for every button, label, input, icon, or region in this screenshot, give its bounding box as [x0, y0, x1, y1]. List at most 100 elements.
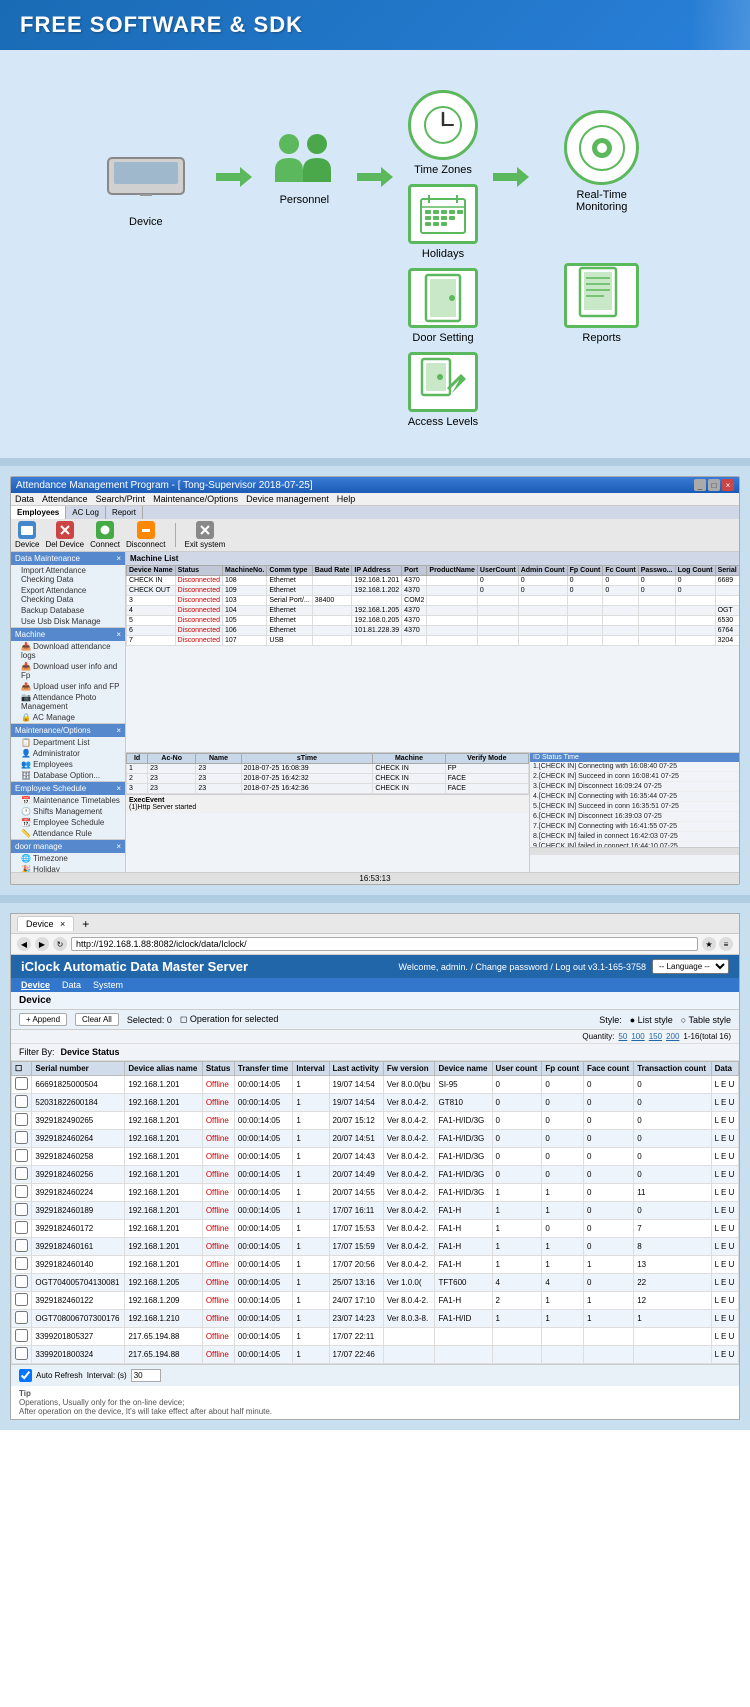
- menu-help[interactable]: Help: [337, 494, 356, 504]
- table-row[interactable]: 3929182460140192.168.1.201Offline00:00:1…: [12, 1256, 739, 1274]
- table-row[interactable]: CHECK OUTDisconnected109Ethernet192.168.…: [127, 586, 740, 596]
- col-fp-count[interactable]: Fp count: [542, 1062, 584, 1076]
- toolbar-exit-btn[interactable]: Exit system: [185, 521, 226, 549]
- table-row[interactable]: 3929182490265192.168.1.201Offline00:00:1…: [12, 1112, 739, 1130]
- toolbar-connect-btn[interactable]: Connect: [90, 521, 120, 549]
- table-row[interactable]: 3929182460256192.168.1.201Offline00:00:1…: [12, 1166, 739, 1184]
- table-row[interactable]: 5Disconnected105Ethernet192.168.0.205437…: [127, 616, 740, 626]
- table-row[interactable]: 323232018-07-25 16:42:36CHECK INFACE: [127, 784, 529, 794]
- star-btn[interactable]: ★: [702, 937, 716, 951]
- menu-data[interactable]: Data: [15, 494, 34, 504]
- auto-refresh-checkbox[interactable]: [19, 1369, 32, 1382]
- menu-btn[interactable]: ≡: [719, 937, 733, 951]
- sidebar-item-ac-manage[interactable]: 🔒 AC Manage: [11, 712, 125, 723]
- toolbar-device-btn[interactable]: Device: [15, 521, 39, 549]
- table-row[interactable]: OGT708006707300176192.168.1.210Offline00…: [12, 1310, 739, 1328]
- table-row[interactable]: 7Disconnected107USB3204: [127, 636, 740, 646]
- sidebar-item-usb-disk[interactable]: Use Usb Disk Manage: [11, 616, 125, 627]
- sidebar-header-data-maintenance[interactable]: Data Maintenance×: [11, 552, 125, 565]
- url-bar[interactable]: http://192.168.1.88:8082/iclock/data/Icl…: [71, 937, 698, 951]
- table-row[interactable]: CHECK INDisconnected108Ethernet192.168.1…: [127, 576, 740, 586]
- col-serial-num[interactable]: Serial number: [32, 1062, 125, 1076]
- table-row[interactable]: 3Disconnected103Serial Port/...38400COM2: [127, 596, 740, 606]
- col-device-name[interactable]: Device name: [435, 1062, 492, 1076]
- sidebar-item-employees[interactable]: 👥 Employees: [11, 759, 125, 770]
- col-fw-version[interactable]: Fw version: [383, 1062, 435, 1076]
- col-trans-count[interactable]: Transaction count: [634, 1062, 711, 1076]
- sidebar-item-download-user-fp[interactable]: 📥 Download user info and Fp: [11, 661, 125, 681]
- sidebar-item-holiday[interactable]: 🎉 Holiday: [11, 864, 125, 872]
- append-btn[interactable]: + Append: [19, 1013, 67, 1026]
- table-row[interactable]: 4Disconnected104Ethernet192.168.1.205437…: [127, 606, 740, 616]
- list-style-option[interactable]: ● List style: [630, 1015, 673, 1025]
- tab-report[interactable]: Report: [106, 506, 143, 519]
- minimize-btn[interactable]: _: [694, 479, 706, 491]
- table-row[interactable]: OGT704005704130081192.168.1.205Offline00…: [12, 1274, 739, 1292]
- table-row[interactable]: 6Disconnected106Ethernet101.81.228.39437…: [127, 626, 740, 636]
- clear-all-btn[interactable]: Clear All: [75, 1013, 119, 1026]
- sidebar-item-download-logs[interactable]: 📥 Download attendance logs: [11, 641, 125, 661]
- table-row[interactable]: 52031822600184192.168.1.201Offline00:00:…: [12, 1094, 739, 1112]
- refresh-btn[interactable]: ↻: [53, 937, 67, 951]
- table-row[interactable]: 3929182460172192.168.1.201Offline00:00:1…: [12, 1220, 739, 1238]
- nav-device[interactable]: Device: [21, 980, 50, 990]
- table-row[interactable]: 3929182460161192.168.1.201Offline00:00:1…: [12, 1238, 739, 1256]
- sidebar-item-attendance-rule[interactable]: 📏 Attendance Rule: [11, 828, 125, 839]
- table-row[interactable]: 3399201805327217.65.194.88Offline00:00:1…: [12, 1328, 739, 1346]
- col-status[interactable]: Status: [202, 1062, 234, 1076]
- menu-attendance[interactable]: Attendance: [42, 494, 88, 504]
- table-row[interactable]: 3929182460224192.168.1.201Offline00:00:1…: [12, 1184, 739, 1202]
- table-row[interactable]: 223232018-07-25 16:42:32CHECK INFACE: [127, 774, 529, 784]
- event-scrollbar[interactable]: [530, 847, 739, 855]
- sidebar-item-timetables[interactable]: 📅 Maintenance Timetables: [11, 795, 125, 806]
- col-transfer[interactable]: Transfer time: [234, 1062, 292, 1076]
- col-face-count[interactable]: Face count: [583, 1062, 633, 1076]
- forward-btn[interactable]: ▶: [35, 937, 49, 951]
- sidebar-item-emp-schedule[interactable]: 📆 Employee Schedule: [11, 817, 125, 828]
- menu-search-print[interactable]: Search/Print: [96, 494, 146, 504]
- sidebar-item-timezone[interactable]: 🌐 Timezone: [11, 853, 125, 864]
- browser-tab[interactable]: Device ×: [17, 916, 74, 931]
- tab-ac-log[interactable]: AC Log: [66, 506, 106, 519]
- table-row[interactable]: 3399201800324217.65.194.88Offline00:00:1…: [12, 1346, 739, 1364]
- table-row[interactable]: 66691825000504192.168.1.201Offline00:00:…: [12, 1076, 739, 1094]
- col-alias[interactable]: Device alias name: [125, 1062, 202, 1076]
- menu-device-mgmt[interactable]: Device management: [246, 494, 329, 504]
- sidebar-item-export-attendance[interactable]: Export Attendance Checking Data: [11, 585, 125, 605]
- col-last-activity[interactable]: Last activity: [329, 1062, 383, 1076]
- maximize-btn[interactable]: □: [708, 479, 720, 491]
- table-style-option[interactable]: ○ Table style: [681, 1015, 731, 1025]
- col-user-count[interactable]: User count: [492, 1062, 542, 1076]
- sidebar-item-dept-list[interactable]: 📋 Department List: [11, 737, 125, 748]
- close-btn[interactable]: ×: [722, 479, 734, 491]
- sidebar-item-attendance-photo[interactable]: 📷 Attendance Photo Management: [11, 692, 125, 712]
- qty-150[interactable]: 150: [649, 1032, 662, 1041]
- sidebar-item-upload-user-fp[interactable]: 📤 Upload user info and FP: [11, 681, 125, 692]
- sidebar-item-shifts[interactable]: 🕐 Shifts Management: [11, 806, 125, 817]
- toolbar-disconnect-btn[interactable]: Disconnect: [126, 521, 166, 549]
- sidebar-header-maintenance[interactable]: Maintenance/Options×: [11, 724, 125, 737]
- menu-maintenance[interactable]: Maintenance/Options: [153, 494, 238, 504]
- qty-200[interactable]: 200: [666, 1032, 679, 1041]
- sidebar-item-db-option[interactable]: 🗄 Database Option...: [11, 770, 125, 781]
- back-btn[interactable]: ◀: [17, 937, 31, 951]
- table-row[interactable]: 3929182460264192.168.1.201Offline00:00:1…: [12, 1130, 739, 1148]
- col-data[interactable]: Data: [711, 1062, 738, 1076]
- interval-input[interactable]: [131, 1369, 161, 1382]
- table-row[interactable]: 3929182460258192.168.1.201Offline00:00:1…: [12, 1148, 739, 1166]
- toolbar-del-device-btn[interactable]: Del Device: [45, 521, 84, 549]
- sidebar-item-administrator[interactable]: 👤 Administrator: [11, 748, 125, 759]
- qty-100[interactable]: 100: [631, 1032, 644, 1041]
- auto-refresh-label[interactable]: Auto Refresh Interval: (s): [19, 1369, 731, 1382]
- tab-employees[interactable]: Employees: [11, 506, 66, 519]
- language-select[interactable]: -- Language --: [652, 959, 729, 974]
- sidebar-header-machine[interactable]: Machine×: [11, 628, 125, 641]
- sidebar-header-emp-schedule[interactable]: Employee Schedule×: [11, 782, 125, 795]
- sidebar-item-backup-db[interactable]: Backup Database: [11, 605, 125, 616]
- qty-50[interactable]: 50: [618, 1032, 627, 1041]
- nav-data[interactable]: Data: [62, 980, 81, 990]
- new-tab-btn[interactable]: +: [78, 917, 93, 931]
- nav-system[interactable]: System: [93, 980, 123, 990]
- col-interval[interactable]: Interval: [293, 1062, 329, 1076]
- sidebar-header-door-manage[interactable]: door manage×: [11, 840, 125, 853]
